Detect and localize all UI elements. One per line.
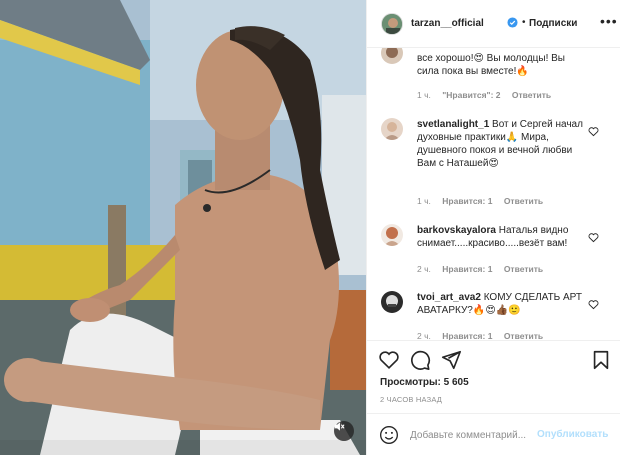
comment-meta: 2 ч. Нравится: 1 Ответить — [417, 264, 552, 274]
comment-text: svetlanalight_1 Вот и Сергей начал духов… — [417, 118, 589, 170]
video-frame-illustration — [0, 0, 366, 455]
comment-username[interactable]: svetlanalight_1 — [417, 119, 489, 130]
more-options-icon[interactable]: ••• — [600, 13, 618, 29]
comment-like-heart-icon[interactable] — [588, 299, 599, 310]
comment-reply-button[interactable]: Ответить — [504, 196, 543, 206]
view-count: Просмотры: 5 605 — [380, 377, 469, 388]
comment-reply-button[interactable]: Ответить — [512, 90, 551, 100]
comment-text: barkovskayalora Наталья видно снимает...… — [417, 224, 589, 250]
comment-meta: 1 ч. Нравится: 1 Ответить — [417, 196, 552, 206]
comment-meta: 1 ч. "Нравится": 2 Ответить — [417, 90, 560, 100]
header-separator: • — [522, 17, 526, 28]
comment-input[interactable] — [410, 428, 530, 442]
share-direct-icon[interactable] — [440, 349, 462, 371]
like-heart-icon[interactable] — [378, 349, 400, 371]
comment-text: tvoi_art_ava2 КОМУ СДЕЛАТЬ АРТ АВАТАРКУ?… — [417, 291, 589, 317]
post-action-bar — [367, 340, 620, 380]
comment-reply-button[interactable]: Ответить — [504, 331, 543, 340]
views-number: 5 605 — [443, 377, 469, 388]
comment-bubble-icon[interactable] — [409, 349, 431, 371]
comment-text: все хорошо!😍 Вы молодцы! Вы сила пока вы… — [417, 53, 565, 77]
comment-username[interactable]: tvoi_art_ava2 — [417, 292, 481, 303]
emoji-icon[interactable] — [379, 425, 399, 445]
instagram-post-modal: tarzan__official • Подписки ••• все хоро… — [0, 0, 620, 455]
comment-avatar[interactable] — [381, 48, 403, 64]
comment-time: 2 ч. — [417, 264, 431, 274]
mute-button[interactable] — [334, 421, 354, 441]
comment-avatar[interactable] — [381, 291, 403, 313]
comment-composer: Опубликовать — [367, 413, 620, 455]
comment-likes[interactable]: "Нравится": 2 — [442, 90, 500, 100]
comment-meta: 2 ч. Нравится: 1 Ответить — [417, 331, 552, 340]
verified-badge-icon — [507, 17, 518, 28]
comment-like-heart-icon[interactable] — [588, 126, 599, 137]
comment-time: 1 ч. — [417, 196, 431, 206]
post-comment-button[interactable]: Опубликовать — [537, 429, 608, 440]
following-button[interactable]: Подписки — [529, 18, 577, 29]
post-video[interactable] — [0, 0, 366, 455]
post-timestamp[interactable]: 2 ЧАСОВ НАЗАД — [380, 395, 442, 404]
comment-time: 2 ч. — [417, 331, 431, 340]
post-side-panel: tarzan__official • Подписки ••• все хоро… — [366, 0, 620, 455]
comment-avatar[interactable] — [381, 224, 403, 246]
save-bookmark-icon[interactable] — [590, 349, 612, 371]
author-avatar[interactable] — [381, 13, 403, 35]
author-username[interactable]: tarzan__official — [411, 18, 484, 29]
comment-likes[interactable]: Нравится: 1 — [442, 331, 492, 340]
comment-likes[interactable]: Нравится: 1 — [442, 196, 492, 206]
views-label: Просмотры: — [380, 377, 441, 388]
comment-likes[interactable]: Нравится: 1 — [442, 264, 492, 274]
comment-like-heart-icon[interactable] — [588, 232, 599, 243]
comment-reply-button[interactable]: Ответить — [504, 264, 543, 274]
comment-time: 1 ч. — [417, 90, 431, 100]
comment-username[interactable]: barkovskayalora — [417, 225, 496, 236]
comments-list[interactable]: все хорошо!😍 Вы молодцы! Вы сила пока вы… — [367, 48, 620, 340]
speaker-muted-icon — [334, 422, 345, 431]
post-header: tarzan__official • Подписки ••• — [367, 0, 620, 48]
comment-avatar[interactable] — [381, 118, 403, 140]
